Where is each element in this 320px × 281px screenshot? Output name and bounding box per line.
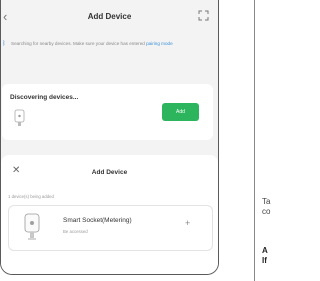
pairing-mode-link[interactable]: pairing mode: [146, 41, 173, 46]
discovering-card: Discovering devices... Add: [2, 84, 213, 140]
manual-text-2: A If: [262, 246, 302, 266]
page-title: Add Device: [87, 12, 132, 21]
manual-text-1: Ta co: [262, 197, 302, 217]
discovering-title: Discovering devices...: [10, 94, 79, 101]
manual-line-4: If: [262, 256, 267, 265]
top-bar: ‹ Add Device: [1, 0, 218, 38]
manual-line-2: co: [262, 207, 271, 216]
devices-count-label: 1 device(s) being added: [8, 194, 54, 199]
plus-icon[interactable]: +: [185, 219, 190, 228]
bluetooth-icon: ᛒ: [2, 41, 6, 47]
add-device-sheet: ✕ Add Device 1 device(s) being added Sma…: [1, 155, 218, 274]
divider: [254, 0, 255, 281]
socket-icon: [14, 108, 25, 128]
manual-text-panel: Ta co A If: [254, 0, 298, 281]
phone-screen: ‹ Add Device ᛒ Searching for nearby devi…: [0, 0, 219, 275]
manual-line-1: Ta: [262, 197, 271, 206]
notice-text: Searching for nearby devices. Make sure …: [11, 41, 145, 46]
pairing-notice: Searching for nearby devices. Make sure …: [11, 39, 209, 49]
sheet-title: Add Device: [91, 169, 128, 176]
device-row[interactable]: Smart Socket(Metering) Be accessed +: [8, 205, 213, 251]
manual-line-3: A: [262, 246, 268, 255]
device-status: Be accessed: [63, 229, 88, 234]
add-button[interactable]: Add: [162, 103, 199, 121]
smart-socket-icon: [22, 212, 42, 242]
scan-icon[interactable]: [198, 10, 209, 21]
device-name: Smart Socket(Metering): [63, 217, 132, 224]
